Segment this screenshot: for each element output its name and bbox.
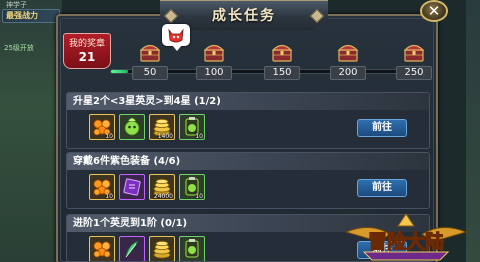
chest-icon [202, 40, 226, 64]
purple-scroll-icon [120, 175, 144, 199]
reward-count: 10 [105, 133, 113, 140]
logo-text: 冒险大陆 [368, 230, 444, 253]
logo-wings-icon: 冒险大陆 [344, 213, 468, 261]
milestone-label: 250 [396, 66, 432, 80]
reward-hint-bubble [162, 24, 190, 51]
milestone-chest-4[interactable] [336, 40, 360, 64]
reward-count: 10 [105, 193, 113, 200]
game-logo: 冒险大陆 [340, 208, 472, 262]
medal-badge: 我的奖章 21 [63, 33, 111, 69]
milestone-label: 150 [264, 66, 300, 80]
reward-item[interactable]: 10 [89, 174, 115, 200]
reward-item[interactable] [89, 236, 115, 261]
milestone-chest-5[interactable] [402, 40, 426, 64]
chest-icon [138, 40, 162, 64]
reward-item[interactable]: 1400 [149, 114, 175, 140]
milestone-label: 100 [196, 66, 232, 80]
red-monster-icon [168, 28, 184, 43]
reward-item[interactable] [119, 174, 145, 200]
reward-item[interactable]: 10 [179, 174, 205, 200]
reward-item[interactable]: 24000 [149, 174, 175, 200]
milestone-label: 50 [132, 66, 168, 80]
reward-item[interactable] [179, 236, 205, 261]
reward-item[interactable]: 10 [179, 114, 205, 140]
milestone-chest-1[interactable] [138, 40, 162, 64]
reward-count: 10 [195, 193, 203, 200]
chest-icon [336, 40, 360, 64]
medal-label: 我的奖章 [68, 39, 105, 49]
power-ranking-button[interactable]: 最强战力 [2, 9, 60, 23]
reward-item[interactable] [119, 236, 145, 261]
go-button[interactable]: 前往 [357, 119, 407, 137]
milestone-label: 200 [330, 66, 366, 80]
chest-icon [402, 40, 426, 64]
page-title: 成长任务 [212, 8, 276, 24]
milestone-chest-2[interactable] [202, 40, 226, 64]
chest-icon [270, 40, 294, 64]
reward-item[interactable] [149, 236, 175, 261]
go-button[interactable]: 前往 [357, 179, 407, 197]
close-button[interactable]: ✕ [420, 0, 448, 22]
reward-item[interactable] [119, 114, 145, 140]
unlock-hint: 25级开放 [4, 44, 34, 52]
reward-item[interactable]: 10 [89, 114, 115, 140]
orange-gems-icon [90, 237, 114, 261]
task-title: 升星2个<3星英灵>到4星 (1/2) [67, 93, 429, 110]
task-row: 升星2个<3星英灵>到4星 (1/2) 10 1400 10 前往 [66, 92, 430, 149]
task-row: 穿戴6件紫色装备 (4/6) 10 24000 10 前往 [66, 152, 430, 209]
medal-progress-fill [111, 70, 128, 73]
reward-count: 1400 [157, 133, 173, 140]
gold-coins-icon [150, 237, 174, 261]
reward-count: 10 [195, 133, 203, 140]
milestone-chest-3[interactable] [270, 40, 294, 64]
green-potion-icon [180, 237, 204, 261]
medal-value: 21 [78, 50, 96, 64]
feather-icon [120, 237, 144, 261]
game-scene-left [0, 0, 62, 262]
reward-count: 24000 [153, 193, 173, 200]
green-spirit-icon [120, 115, 144, 139]
task-title: 穿戴6件紫色装备 (4/6) [67, 153, 429, 170]
